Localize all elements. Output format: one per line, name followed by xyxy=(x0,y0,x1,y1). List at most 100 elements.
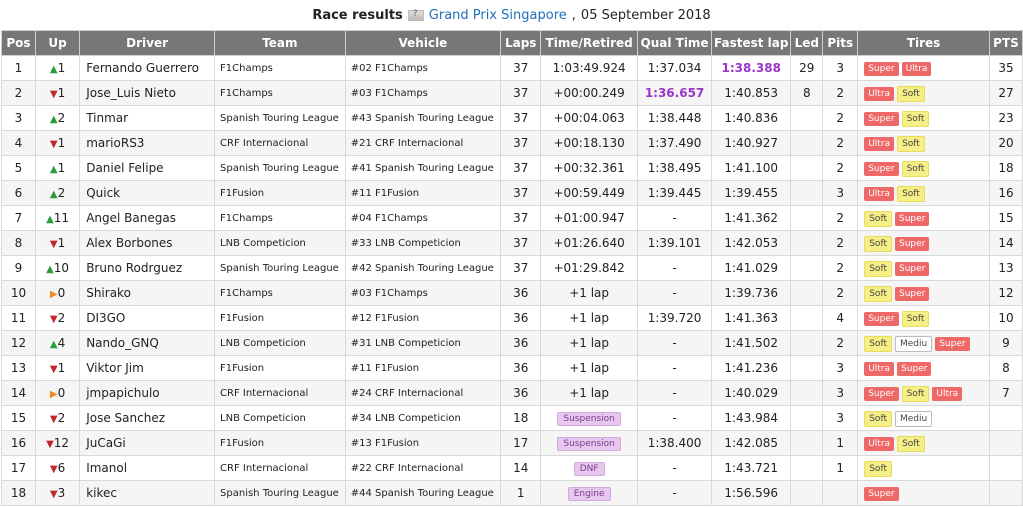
cell-up: ▶0 xyxy=(34,280,81,306)
tire-badge: Soft xyxy=(864,210,892,227)
cell-tires: Soft Super xyxy=(857,230,990,256)
triangle-up-icon: ▲ xyxy=(49,114,58,125)
column-header-up[interactable]: Up xyxy=(34,30,81,56)
cell-qual-time: 1:39.101 xyxy=(636,230,713,256)
cell-laps: 36 xyxy=(500,330,542,356)
cell-team: F1Champs xyxy=(214,205,346,231)
column-header-pts[interactable]: PTS xyxy=(988,30,1023,56)
cell-led xyxy=(790,355,824,381)
cell-qual-time: 1:37.490 xyxy=(636,130,713,156)
cell-pts: 7 xyxy=(988,380,1023,406)
cell-vehicle: #11 F1Fusion xyxy=(344,355,502,381)
cell-pits: 2 xyxy=(822,80,859,106)
table-row: 10 ▶0 Shirako F1Champs #03 F1Champs 36 +1 lap -… xyxy=(1,280,1023,306)
cell-up: ▼2 xyxy=(34,305,81,331)
column-header-laps[interactable]: Laps xyxy=(500,30,542,56)
cell-tires: Soft Super xyxy=(857,255,990,281)
cell-tires: Ultra Soft xyxy=(857,80,990,106)
results-table: Pos Up Driver Team Vehicle Laps Time/Retired Qu… xyxy=(1,30,1023,506)
column-header-team[interactable]: Team xyxy=(214,30,346,56)
cell-tires: Soft Super xyxy=(857,205,990,231)
table-row: 11 ▼2 DI3GO F1Fusion #12 F1Fusion 36 +1 lap 1:3… xyxy=(1,305,1023,331)
cell-led xyxy=(790,405,824,431)
cell-tires: Soft xyxy=(857,455,990,481)
column-header-driver[interactable]: Driver xyxy=(79,30,216,56)
cell-time: +1 lap xyxy=(540,305,638,331)
cell-vehicle: #34 LNB Competicion xyxy=(344,405,502,431)
cell-tires: Super Soft xyxy=(857,305,990,331)
retirement-status-badge: Engine xyxy=(567,487,611,501)
cell-pts xyxy=(988,430,1023,456)
position-change-value: 3 xyxy=(57,486,66,500)
cell-pits: 2 xyxy=(822,280,859,306)
tire-badge: Super xyxy=(864,111,899,126)
cell-fastest-lap: 1:39.455 xyxy=(711,180,792,206)
cell-pts xyxy=(988,405,1023,431)
cell-qual-time: - xyxy=(636,405,713,431)
triangle-down-icon: ▼ xyxy=(46,439,54,450)
cell-pos: 9 xyxy=(1,255,36,281)
tire-badge: Ultra xyxy=(932,386,963,401)
column-header-pos[interactable]: Pos xyxy=(1,30,36,56)
cell-fastest-lap: 1:43.984 xyxy=(711,405,792,431)
tire-badge: Soft xyxy=(897,85,925,102)
cell-laps: 36 xyxy=(500,380,542,406)
cell-vehicle: #03 F1Champs xyxy=(344,280,502,306)
cell-team: F1Fusion xyxy=(214,305,346,331)
position-change-value: 2 xyxy=(57,411,66,425)
triangle-up-icon: ▲ xyxy=(46,264,54,275)
column-header-led[interactable]: Led xyxy=(790,30,824,56)
cell-tires: Soft Super xyxy=(857,280,990,306)
position-change-value: 1 xyxy=(57,361,66,375)
cell-qual-time: 1:38.400 xyxy=(636,430,713,456)
cell-up: ▼1 xyxy=(34,355,81,381)
cell-qual-time: 1:39.720 xyxy=(636,305,713,331)
tire-badge: Soft xyxy=(864,235,892,252)
cell-tires: Super Soft xyxy=(857,105,990,131)
triangle-down-icon: ▼ xyxy=(49,239,58,250)
cell-pits: 3 xyxy=(822,355,859,381)
table-row: 13 ▼1 Viktor Jim F1Fusion #11 F1Fusion 36 +1 l… xyxy=(1,355,1023,381)
cell-team: F1Champs xyxy=(214,55,346,81)
cell-pts: 8 xyxy=(988,355,1023,381)
position-change-value: 2 xyxy=(57,186,66,200)
table-row: 5 ▲1 Daniel Felipe Spanish Touring League #4… xyxy=(1,155,1023,181)
column-header-time[interactable]: Time/Retired xyxy=(540,30,638,56)
cell-laps: 37 xyxy=(500,205,542,231)
cell-tires: Ultra Super xyxy=(857,355,990,381)
cell-time: +00:04.063 xyxy=(540,105,638,131)
results-body: 1 ▲1 Fernando Guerrero F1Champs #02 F1Champs… xyxy=(1,55,1023,506)
column-header-vehicle[interactable]: Vehicle xyxy=(344,30,502,56)
column-header-fastest[interactable]: Fastest lap xyxy=(711,30,792,56)
column-header-tires[interactable]: Tires xyxy=(857,30,990,56)
position-change-value: 12 xyxy=(53,436,70,450)
cell-laps: 36 xyxy=(500,280,542,306)
cell-led xyxy=(790,105,824,131)
position-change-value: 10 xyxy=(53,261,70,275)
triangle-down-icon: ▼ xyxy=(49,314,58,325)
track-link[interactable]: Grand Prix Singapore xyxy=(429,8,567,23)
cell-pos: 14 xyxy=(1,380,36,406)
column-header-pits[interactable]: Pits xyxy=(822,30,859,56)
cell-time: +01:26.640 xyxy=(540,230,638,256)
cell-up: ▲10 xyxy=(34,255,81,281)
cell-fastest-lap: 1:39.736 xyxy=(711,280,792,306)
cell-fastest-lap: 1:56.596 xyxy=(711,480,792,506)
cell-laps: 17 xyxy=(500,430,542,456)
cell-team: F1Fusion xyxy=(214,180,346,206)
tire-badge: Super xyxy=(864,62,899,76)
cell-led xyxy=(790,480,824,506)
cell-pits xyxy=(822,480,859,506)
cell-pits: 3 xyxy=(822,380,859,406)
column-header-qual[interactable]: Qual Time xyxy=(636,30,713,56)
cell-up: ▲2 xyxy=(34,105,81,131)
cell-pits: 3 xyxy=(822,55,859,81)
cell-pos: 3 xyxy=(1,105,36,131)
cell-time: Suspension xyxy=(540,405,638,431)
cell-pts xyxy=(988,480,1023,506)
cell-led xyxy=(790,380,824,406)
cell-team: F1Champs xyxy=(214,280,346,306)
cell-qual-time: 1:37.034 xyxy=(636,55,713,81)
cell-fastest-lap: 1:43.721 xyxy=(711,455,792,481)
cell-pos: 6 xyxy=(1,180,36,206)
